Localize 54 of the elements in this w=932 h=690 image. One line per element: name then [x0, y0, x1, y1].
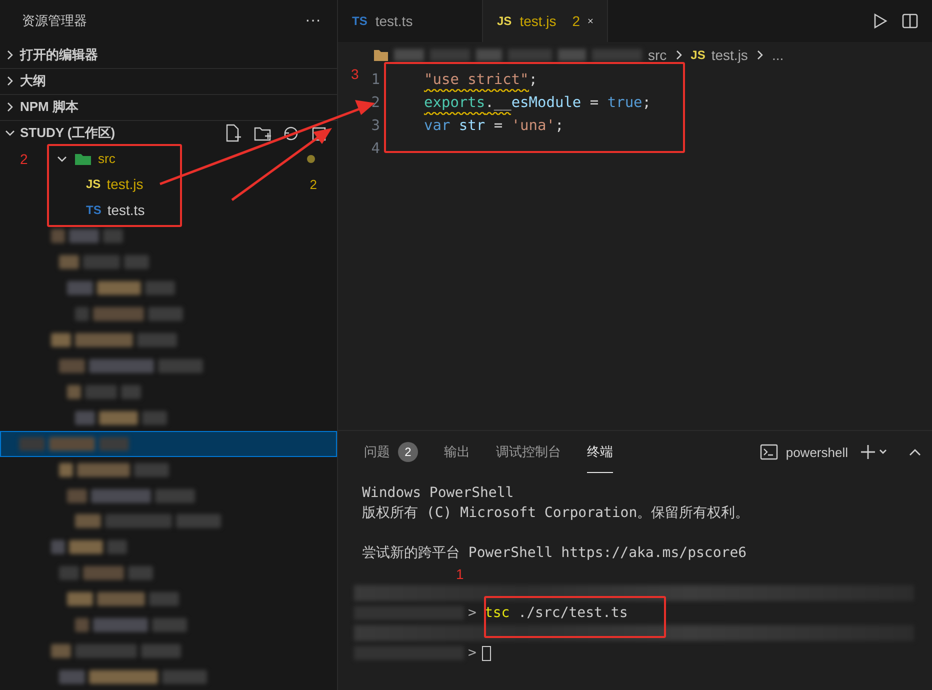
sidebar-section[interactable]: 大纲 — [0, 68, 337, 94]
line-number: 2 — [370, 94, 380, 110]
file-type-label: TS — [352, 14, 368, 28]
section-label[interactable]: 大纲 — [20, 72, 46, 90]
line-number: 4 — [370, 140, 380, 156]
annotation-number: 3 — [351, 66, 359, 82]
editor-tab[interactable]: JS test.js 2 — [483, 0, 608, 42]
sidebar-section[interactable]: 打开的编辑器 — [0, 42, 337, 68]
problem-count: 2 — [310, 176, 317, 192]
code-line: exports.__esModule = true; — [406, 90, 652, 114]
folder-name[interactable]: src — [98, 151, 116, 166]
sidebar-title: 资源管理器 — [22, 12, 87, 30]
problem-count: 2 — [572, 13, 580, 29]
line-number: 3 — [370, 118, 380, 134]
terminal-icon — [760, 444, 778, 460]
terminal-cursor — [482, 646, 492, 660]
file-name[interactable]: test.ts — [107, 202, 145, 218]
section-label[interactable]: 打开的编辑器 — [20, 46, 98, 64]
section-label[interactable]: NPM 脚本 — [20, 98, 78, 116]
code-line: var str = 'una'; — [423, 116, 564, 136]
tab-label: test.js — [520, 13, 556, 29]
annotation-number: 2 — [20, 151, 28, 167]
folder-icon — [374, 49, 388, 61]
split-editor-icon[interactable] — [902, 13, 918, 29]
sidebar-section[interactable]: NPM 脚本 — [0, 94, 337, 120]
file-type-label: JS — [690, 48, 706, 62]
file-name[interactable]: test.js — [106, 176, 144, 192]
file-type-label: JS — [86, 177, 101, 192]
terminal-line: Windows PowerShell — [362, 485, 514, 501]
more-button[interactable]: ··· — [305, 12, 321, 30]
section-label[interactable]: STUDY (工作区) — [20, 124, 116, 142]
file-type-label: JS — [497, 14, 512, 28]
blurred-text — [51, 229, 123, 244]
run-icon[interactable] — [872, 13, 888, 29]
selected-row[interactable] — [0, 430, 337, 457]
panel-tab[interactable]: 调试控制台 — [496, 431, 561, 473]
panel-tab[interactable]: 问题 2 — [364, 431, 418, 473]
breadcrumb-item[interactable]: test.js — [711, 47, 748, 63]
file-type-label: TS — [86, 203, 102, 218]
problem-count: 2 — [398, 442, 418, 462]
tab-label: test.ts — [375, 13, 413, 29]
breadcrumb-item[interactable]: src — [648, 47, 667, 63]
prompt-symbol: > — [468, 605, 476, 621]
terminal-command: tsc ./src/test.ts — [484, 605, 628, 621]
panel-tab[interactable]: 输出 — [444, 431, 470, 473]
terminal-line: 尝试新的跨平台 PowerShell https://aka.ms/pscore6 — [362, 544, 747, 562]
panel-tab[interactable]: 终端 — [587, 431, 613, 473]
shell-name[interactable]: powershell — [786, 444, 848, 460]
terminal-line: 版权所有 (C) Microsoft Corporation。保留所有权利。 — [362, 504, 750, 522]
folder-icon — [74, 152, 92, 166]
annotation-number: 1 — [456, 566, 464, 582]
breadcrumb-item[interactable]: ... — [772, 47, 784, 63]
line-number: 1 — [370, 72, 380, 88]
prompt-symbol: > — [468, 645, 476, 661]
